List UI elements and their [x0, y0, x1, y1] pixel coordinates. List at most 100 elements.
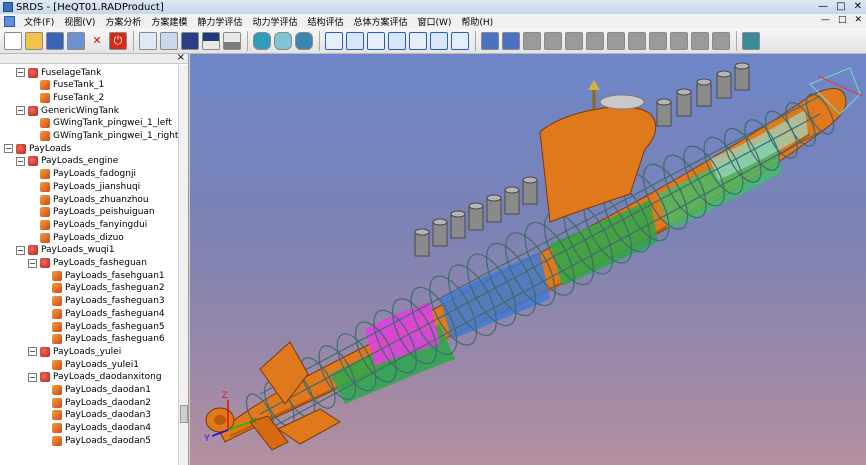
refresh-icon[interactable]	[742, 31, 760, 50]
view-dark-icon[interactable]	[181, 31, 199, 50]
tree-item[interactable]: PayLoads_daodan5	[52, 434, 151, 447]
launch-tube	[676, 91, 692, 117]
axis-y-label: Y	[204, 433, 210, 443]
tree-expander[interactable]: −	[4, 144, 13, 154]
tree-item[interactable]: PayLoads_fasheguan6	[52, 333, 165, 346]
tree-expander[interactable]: −	[16, 245, 25, 255]
cube-top-icon[interactable]	[409, 31, 427, 50]
tree-item[interactable]: PayLoads_jianshuqi	[40, 180, 140, 193]
tree-item[interactable]: PayLoads_fasehguan1	[52, 269, 165, 282]
export-icon[interactable]	[481, 31, 499, 50]
doc-7-icon[interactable]	[649, 31, 667, 50]
cube-back-icon[interactable]	[346, 31, 364, 50]
tree-item[interactable]: PayLoads_fadognji	[40, 168, 136, 181]
doc-9-icon[interactable]	[691, 31, 709, 50]
menu-overall-eval[interactable]: 总体方案评估	[348, 15, 412, 28]
tree-item[interactable]: − PayLoads_wuqi1	[16, 244, 115, 257]
tree-item[interactable]: FuseTank_2	[40, 91, 104, 104]
part-icon	[52, 359, 62, 370]
mdi-minimize-button[interactable]: —	[821, 15, 830, 25]
cube-front-icon[interactable]	[325, 31, 343, 50]
doc-2-icon[interactable]	[544, 31, 562, 50]
3d-viewport[interactable]: Z X Y	[190, 54, 866, 465]
doc-5-icon[interactable]	[607, 31, 625, 50]
menu-scheme-analysis[interactable]: 方案分析	[100, 15, 146, 28]
doc-10-icon[interactable]	[712, 31, 730, 50]
menu-structure-eval[interactable]: 结构评估	[302, 15, 348, 28]
panel-close-button[interactable]: ×	[177, 54, 185, 63]
doc-8-icon[interactable]	[670, 31, 688, 50]
cylinder-icon[interactable]	[253, 31, 271, 50]
menu-scheme-modeling[interactable]: 方案建模	[146, 15, 192, 28]
menu-file[interactable]: 文件(F)	[19, 15, 59, 28]
tree-scrollbar[interactable]	[178, 65, 188, 465]
tree-item[interactable]: PayLoads_fanyingdui	[40, 218, 147, 231]
cylinder-wire-icon[interactable]	[274, 31, 292, 50]
tree-item[interactable]: − PayLoads_yulei	[28, 345, 121, 358]
tree-item[interactable]: − PayLoads_engine	[16, 155, 118, 168]
doc-3-icon[interactable]	[565, 31, 583, 50]
tree-item[interactable]: PayLoads_fasheguan4	[52, 307, 165, 320]
tree-item[interactable]: − PayLoads	[4, 142, 71, 155]
maximize-button[interactable]: □	[836, 1, 845, 12]
doc-1-icon[interactable]	[523, 31, 541, 50]
cube-bottom-icon[interactable]	[430, 31, 448, 50]
scrollbar-thumb[interactable]	[180, 405, 188, 423]
menu-view[interactable]: 视图(V)	[59, 15, 100, 28]
tree-item[interactable]: PayLoads_daodan3	[52, 409, 151, 422]
tree-item[interactable]: − GenericWingTank	[16, 104, 119, 117]
mdi-close-button[interactable]: ✕	[854, 15, 862, 25]
close-window-button[interactable]: ✕	[854, 1, 862, 12]
doc-4-icon[interactable]	[586, 31, 604, 50]
tree-item[interactable]: PayLoads_fasheguan2	[52, 282, 165, 295]
view-select-icon[interactable]	[160, 31, 178, 50]
menu-statics-eval[interactable]: 静力学评估	[192, 15, 247, 28]
delete-icon[interactable]: ✕	[88, 32, 106, 50]
menu-dynamics-eval[interactable]: 动力学评估	[247, 15, 302, 28]
tree-expander[interactable]: −	[16, 156, 25, 166]
save-icon[interactable]	[46, 31, 64, 50]
tree-item[interactable]: PayLoads_fasheguan3	[52, 295, 165, 308]
tree-item[interactable]: PayLoads_fasheguan5	[52, 320, 165, 333]
tree-item[interactable]: PayLoads_peishuiguan	[40, 206, 155, 219]
tree-item[interactable]: PayLoads_daodan2	[52, 396, 151, 409]
tree-item[interactable]: GWingTank_pingwei_1_right	[40, 130, 178, 143]
tree-item[interactable]: − PayLoads_daodanxitong	[28, 371, 162, 384]
part-icon	[40, 80, 50, 91]
tree-item[interactable]: − FuselageTank	[16, 66, 101, 79]
tree-expander[interactable]: −	[16, 68, 25, 77]
view-window-icon[interactable]	[223, 31, 241, 50]
tree-item[interactable]: PayLoads_yulei1	[52, 358, 139, 371]
mdi-restore-button[interactable]: □	[838, 15, 847, 25]
tree-expander[interactable]: −	[16, 106, 25, 116]
minimize-button[interactable]: —	[818, 1, 828, 12]
tree-item[interactable]: GWingTank_pingwei_1_left	[40, 117, 172, 130]
cube-iso-icon[interactable]	[451, 31, 469, 50]
menu-window[interactable]: 窗口(W)	[412, 15, 456, 28]
new-file-icon[interactable]	[4, 31, 22, 50]
tree-item[interactable]: PayLoads_daodan1	[52, 384, 151, 397]
cylinder-solid-icon[interactable]	[295, 31, 313, 50]
import-icon[interactable]	[502, 31, 520, 50]
power-icon[interactable]: ⏻	[109, 31, 127, 50]
tree-expander[interactable]: −	[28, 372, 37, 382]
tree-item[interactable]: PayLoads_dizuo	[40, 231, 124, 244]
tree-expander[interactable]: −	[28, 258, 37, 268]
view-fit-icon[interactable]	[139, 31, 157, 50]
save-as-icon[interactable]	[67, 31, 85, 50]
tree-item[interactable]: − PayLoads_fasheguan	[28, 257, 147, 270]
menu-help[interactable]: 帮助(H)	[456, 15, 498, 28]
tree-item[interactable]: FuseTank_1	[40, 79, 104, 92]
assembly-icon	[40, 372, 50, 383]
cube-left-icon[interactable]	[367, 31, 385, 50]
tree-expander[interactable]: −	[28, 347, 37, 357]
tree-item[interactable]: PayLoads_zhuanzhou	[40, 193, 149, 206]
open-folder-icon[interactable]	[25, 31, 43, 50]
tree-item-label: PayLoads_yulei	[53, 346, 122, 357]
view-top-icon[interactable]	[202, 31, 220, 50]
tree-item[interactable]: PayLoads_daodan4	[52, 422, 151, 435]
document-icon[interactable]	[4, 15, 15, 27]
cube-right-icon[interactable]	[388, 31, 406, 50]
part-icon	[52, 410, 62, 421]
doc-6-icon[interactable]	[628, 31, 646, 50]
